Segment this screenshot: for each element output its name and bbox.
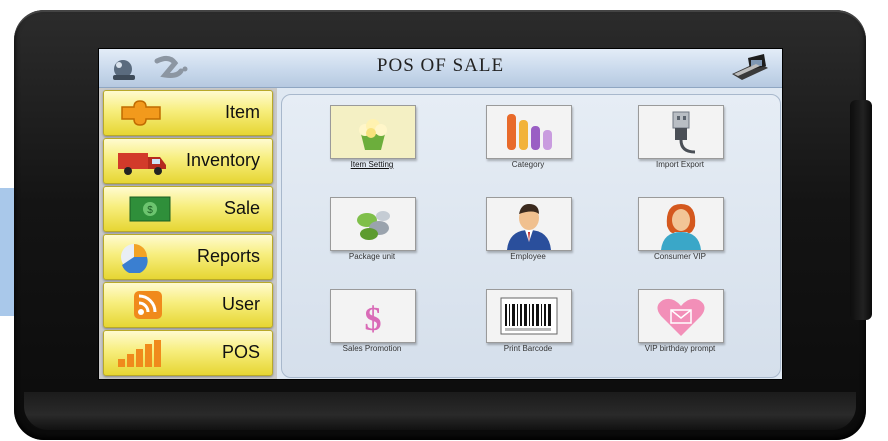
sidebar-item-label: Inventory	[185, 150, 260, 170]
truck-icon	[118, 153, 166, 175]
svg-text:$: $	[147, 205, 153, 216]
tile-label: VIP birthday prompt	[644, 344, 716, 353]
tile-label: Print Barcode	[503, 344, 553, 353]
tile-frame	[330, 197, 416, 251]
sidebar-item-label: Sale	[223, 198, 260, 218]
tile-label: Employee	[510, 252, 546, 261]
tile-frame	[486, 197, 572, 251]
tile-sales-promotion[interactable]: $ Sales Promotion	[322, 289, 422, 361]
tile-category[interactable]: Category	[478, 105, 578, 177]
tile-frame: $	[330, 289, 416, 343]
tile-consumer-vip[interactable]: Consumer VIP	[630, 197, 730, 269]
tile-frame	[638, 289, 724, 343]
main-panel: Item Setting Category Import Export Pack…	[281, 94, 781, 378]
tile-package-unit[interactable]: Package unit	[322, 197, 422, 269]
dollar-sign-icon: $	[365, 301, 382, 338]
sidebar-item-sale[interactable]: $ Sale	[103, 186, 273, 232]
sidebar-item-label: User	[221, 294, 260, 314]
sidebar-item-item[interactable]: Item	[103, 90, 273, 136]
sidebar-item-inventory[interactable]: Inventory	[103, 138, 273, 184]
tile-label: Category	[511, 160, 545, 169]
title-bar: POS OF SALE	[99, 49, 782, 88]
pos-terminal-icon	[732, 54, 768, 80]
tile-label: Consumer VIP	[653, 252, 707, 261]
popcorn-icon	[359, 119, 387, 150]
sidebar-item-reports[interactable]: Reports	[103, 234, 273, 280]
rss-icon	[134, 291, 162, 319]
vip-woman-icon	[661, 204, 701, 250]
svg-text:$: $	[365, 301, 382, 338]
puzzle-icon	[121, 100, 161, 126]
tile-employee[interactable]: Employee	[478, 197, 578, 269]
tablet-bottom-edge	[24, 392, 856, 430]
sidebar-item-label: POS	[221, 342, 260, 362]
tile-item-setting[interactable]: Item Setting	[322, 105, 422, 177]
tile-import-export[interactable]: Import Export	[630, 105, 730, 177]
bar-graph-icon	[118, 340, 161, 367]
heart-envelope-icon	[657, 298, 705, 336]
usb-plug-icon	[672, 111, 696, 154]
tile-label: Item Setting	[350, 160, 394, 169]
tile-frame	[486, 105, 572, 159]
tile-frame	[330, 105, 416, 159]
sidebar-item-pos[interactable]: POS	[103, 330, 273, 376]
sidebar: Item Inventory $ Sale Reports User POS	[99, 88, 277, 379]
category-bars-icon	[507, 114, 552, 150]
employee-icon	[507, 204, 551, 250]
tile-label: Import Export	[655, 160, 704, 169]
sidebar-item-label: Item	[224, 102, 260, 122]
cash-icon: $	[129, 196, 171, 222]
barcode-icon	[500, 297, 558, 335]
tile-label: Package unit	[348, 252, 396, 261]
sidebar-item-label: Reports	[196, 246, 260, 266]
package-cylinders-icon	[357, 211, 390, 240]
sidebar-item-user[interactable]: User	[103, 282, 273, 328]
tile-frame	[486, 289, 572, 343]
tile-frame	[638, 105, 724, 159]
tablet-side-button	[850, 100, 872, 320]
pos-screen: POS OF SALE Item Inventory $ Sale Report…	[98, 48, 783, 380]
pie-chart-icon	[121, 244, 148, 273]
tile-vip-birthday-prompt[interactable]: VIP birthday prompt	[630, 289, 730, 361]
tile-print-barcode[interactable]: Print Barcode	[478, 289, 578, 361]
page-title: POS OF SALE	[376, 55, 505, 76]
tile-label: Sales Promotion	[342, 344, 402, 353]
tile-frame	[638, 197, 724, 251]
